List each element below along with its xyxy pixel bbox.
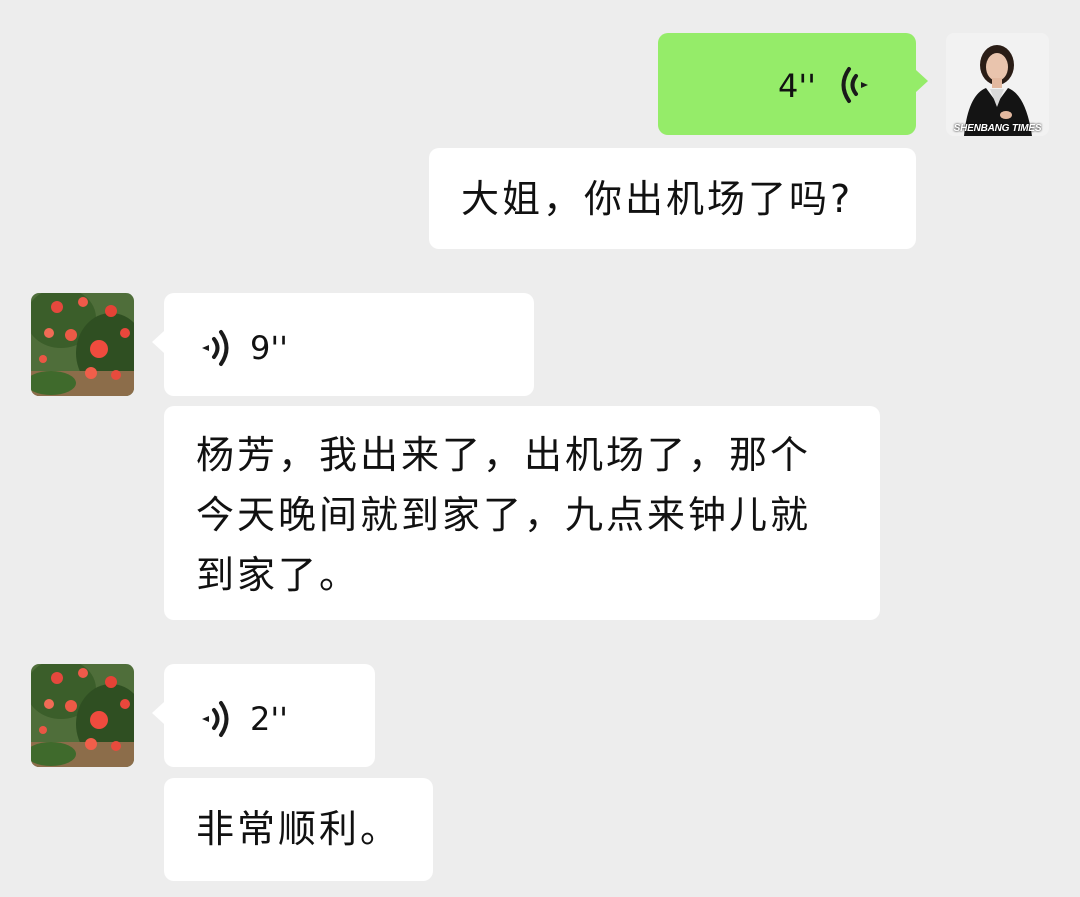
rose-bush-icon <box>31 293 134 396</box>
transcript-bubble[interactable]: 杨芳，我出来了，出机场了，那个 今天晚间就到家了，九点来钟儿就 到家了。 <box>164 406 880 620</box>
voice-duration: 9'' <box>250 329 288 367</box>
voice-wave-icon <box>202 330 229 366</box>
avatar-watermark: SHENBANG TIMES <box>953 123 1042 134</box>
voice-duration: 2'' <box>250 700 288 738</box>
voice-duration: 4'' <box>778 67 816 105</box>
contact-avatar[interactable] <box>31 664 134 767</box>
rose-bush-icon <box>31 664 134 767</box>
voice-wave-icon <box>841 67 868 103</box>
self-avatar[interactable]: SHENBANG TIMES <box>946 33 1049 136</box>
voice-message-bubble[interactable]: 2'' <box>164 664 375 767</box>
transcript-text: 非常顺利。 <box>196 807 402 851</box>
chat-view: SHENBANG TIMES 4'' 大姐，你出机场了吗? 9'' 杨芳，我出来… <box>0 0 1080 897</box>
woman-portrait-icon <box>946 33 1049 136</box>
bubble-tail <box>916 70 928 92</box>
transcript-bubble[interactable]: 非常顺利。 <box>164 778 433 881</box>
bubble-tail <box>152 702 164 724</box>
voice-wave-icon <box>202 701 229 737</box>
transcript-line: 今天晚间就到家了，九点来钟儿就 <box>196 493 812 537</box>
contact-avatar[interactable] <box>31 293 134 396</box>
voice-message-bubble[interactable]: 4'' <box>658 33 916 135</box>
voice-message-bubble[interactable]: 9'' <box>164 293 534 396</box>
transcript-bubble[interactable]: 大姐，你出机场了吗? <box>429 148 916 249</box>
bubble-tail <box>152 331 164 353</box>
transcript-text: 大姐，你出机场了吗? <box>461 177 854 221</box>
transcript-line: 杨芳，我出来了，出机场了，那个 <box>196 433 812 477</box>
transcript-line: 到家了。 <box>196 553 361 597</box>
